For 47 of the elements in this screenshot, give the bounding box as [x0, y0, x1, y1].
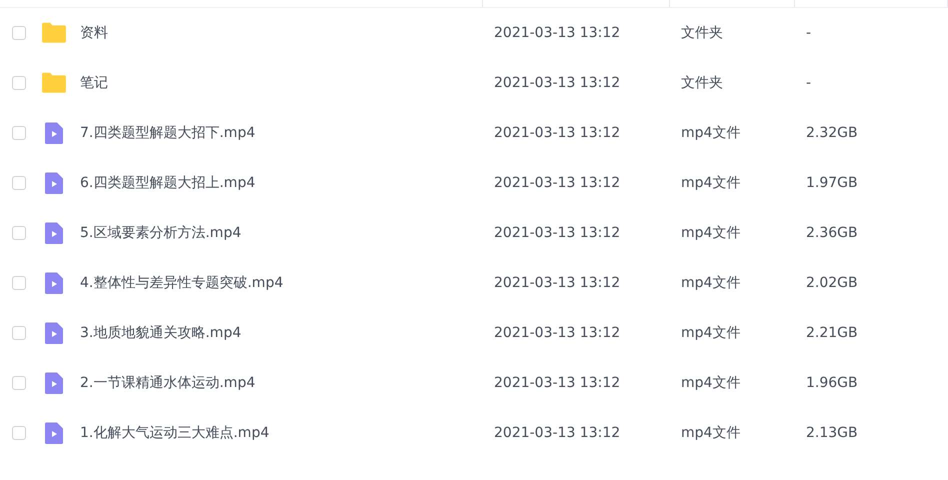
- modified-date: 2021-03-13 13:12: [494, 425, 620, 441]
- modified-date: 2021-03-13 13:12: [494, 125, 620, 141]
- file-name[interactable]: 笔记: [80, 74, 108, 92]
- checkbox[interactable]: [12, 426, 26, 440]
- checkbox[interactable]: [12, 26, 26, 40]
- file-type: mp4文件: [681, 125, 740, 141]
- modified-date: 2021-03-13 13:12: [494, 75, 620, 91]
- file-size: 2.13GB: [806, 425, 858, 441]
- file-type: 文件夹: [681, 25, 723, 41]
- file-size: 2.21GB: [806, 325, 858, 341]
- file-type: mp4文件: [681, 175, 740, 191]
- checkbox[interactable]: [12, 276, 26, 290]
- modified-date: 2021-03-13 13:12: [494, 25, 620, 41]
- file-size: -: [806, 25, 812, 41]
- file-name[interactable]: 7.四类题型解题大招下.mp4: [80, 124, 256, 142]
- checkbox[interactable]: [12, 376, 26, 390]
- file-type: mp4文件: [681, 375, 740, 391]
- file-size: 2.02GB: [806, 275, 858, 291]
- file-type: mp4文件: [681, 225, 740, 241]
- checkbox[interactable]: [12, 176, 26, 190]
- file-name[interactable]: 资料: [80, 24, 108, 42]
- file-name[interactable]: 1.化解大气运动三大难点.mp4: [80, 424, 270, 442]
- modified-date: 2021-03-13 13:12: [494, 175, 620, 191]
- file-type: mp4文件: [681, 275, 740, 291]
- folder-icon: [41, 21, 67, 45]
- file-name[interactable]: 5.区域要素分析方法.mp4: [80, 224, 242, 242]
- file-type: mp4文件: [681, 325, 740, 341]
- file-name[interactable]: 3.地质地貌通关攻略.mp4: [80, 324, 242, 342]
- file-size: 2.36GB: [806, 225, 858, 241]
- checkbox[interactable]: [12, 326, 26, 340]
- modified-date: 2021-03-13 13:12: [494, 225, 620, 241]
- folder-icon: [41, 71, 67, 95]
- checkbox[interactable]: [12, 126, 26, 140]
- file-name[interactable]: 6.四类题型解题大招上.mp4: [80, 174, 256, 192]
- file-size: 2.32GB: [806, 125, 858, 141]
- file-size: 1.97GB: [806, 175, 858, 191]
- checkbox[interactable]: [12, 226, 26, 240]
- file-name[interactable]: 2.一节课精通水体运动.mp4: [80, 374, 256, 392]
- file-name[interactable]: 4.整体性与差异性专题突破.mp4: [80, 274, 284, 292]
- modified-date: 2021-03-13 13:12: [494, 375, 620, 391]
- checkbox[interactable]: [12, 76, 26, 90]
- modified-date: 2021-03-13 13:12: [494, 325, 620, 341]
- file-type: mp4文件: [681, 425, 740, 441]
- modified-date: 2021-03-13 13:12: [494, 275, 620, 291]
- file-size: 1.96GB: [806, 375, 858, 391]
- file-size: -: [806, 75, 812, 91]
- file-type: 文件夹: [681, 75, 723, 91]
